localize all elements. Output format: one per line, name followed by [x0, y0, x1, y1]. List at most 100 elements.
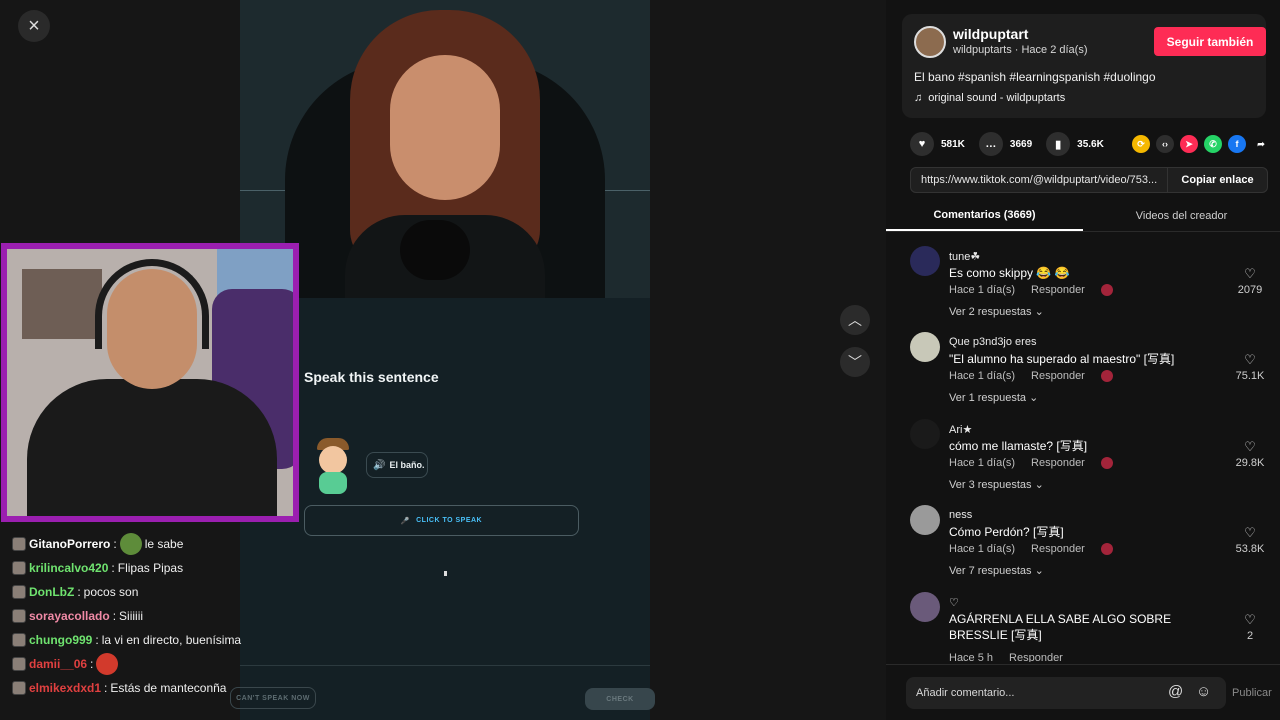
- comment-meta: Hace 1 día(s) Responder: [949, 370, 1113, 382]
- heart-outline-icon: ♡: [1244, 266, 1256, 281]
- comment-text: Es como skippy 😂 😂: [949, 266, 1070, 280]
- check-button[interactable]: CHECK: [585, 688, 655, 710]
- chat-text: Siiiiii: [119, 609, 144, 623]
- like-button[interactable]: ♥ 581K: [910, 132, 965, 156]
- save-button[interactable]: ▮ 35.6K: [1046, 132, 1104, 156]
- whatsapp-icon[interactable]: ✆: [1204, 135, 1222, 153]
- chat-username[interactable]: elmikexdxd1: [29, 681, 101, 695]
- tabs: Comentarios (3669) Videos del creador: [886, 200, 1280, 232]
- bubble-text: El baño.: [389, 460, 425, 470]
- sound-label: original sound - wildpuptarts: [928, 92, 1066, 104]
- share-arrow-icon[interactable]: ➦: [1252, 135, 1270, 153]
- reply-button[interactable]: Responder: [1031, 370, 1085, 382]
- previous-video-button[interactable]: ︿: [840, 305, 870, 335]
- comment-text: AGÁRRENLA ELLA SABE ALGO SOBRE BRESSLIE …: [949, 612, 1172, 642]
- mention-icon[interactable]: @: [1168, 683, 1183, 700]
- comment-time: Hace 5 h: [949, 652, 994, 662]
- comment-button[interactable]: … 3669: [978, 132, 1033, 156]
- video-url[interactable]: https://www.tiktok.com/@wildpuptart/vide…: [921, 174, 1157, 186]
- comment-username[interactable]: ♡: [949, 596, 959, 609]
- comment-like-count: 2: [1246, 630, 1254, 642]
- send-icon[interactable]: ➤: [1180, 135, 1198, 153]
- reply-button[interactable]: Responder: [1031, 284, 1085, 296]
- comment-count: 3669: [1009, 138, 1033, 150]
- comment-time: Hace 1 día(s): [949, 284, 1016, 296]
- chat-badge-icon: [12, 681, 26, 695]
- creator-avatar[interactable]: [914, 26, 946, 58]
- next-video-button[interactable]: ﹀: [840, 347, 870, 377]
- creator-name[interactable]: wildpuptart: [953, 26, 1028, 42]
- comment-like-button[interactable]: ♡ 53.8K: [1230, 525, 1270, 555]
- comment-avatar[interactable]: [910, 332, 940, 362]
- chat-username[interactable]: GitanoPorrero: [29, 537, 110, 551]
- comment-like-button[interactable]: ♡ 75.1K: [1230, 352, 1270, 382]
- comment-like-count: 2079: [1237, 284, 1263, 296]
- chat-username[interactable]: chungo999: [29, 633, 92, 647]
- divider: [240, 665, 650, 666]
- facebook-icon[interactable]: f: [1228, 135, 1246, 153]
- chat-colon: :: [90, 657, 94, 671]
- view-replies-button[interactable]: Ver 1 respuesta ⌄: [949, 391, 1038, 404]
- comment-avatar[interactable]: [910, 419, 940, 449]
- comment-text: cómo me llamaste? [写真]: [949, 439, 1088, 453]
- comment-like-button[interactable]: ♡ 2079: [1230, 266, 1270, 296]
- share-icons: ⟳ ‹› ➤ ✆ f ➦: [1132, 135, 1270, 153]
- tab-comments[interactable]: Comentarios (3669): [886, 200, 1083, 231]
- comment-username[interactable]: Ari★: [949, 423, 972, 436]
- reply-button[interactable]: Responder: [1031, 457, 1085, 469]
- chat-message: elmikexdxd1: Estás de manteconña: [0, 676, 262, 700]
- comment-like-count: 53.8K: [1235, 543, 1265, 555]
- heart-icon: ♥: [910, 132, 934, 156]
- chat-text: la vi en directo, buenísima: [101, 633, 242, 647]
- chat-username[interactable]: krilincalvo420: [29, 561, 108, 575]
- tab-creator-videos[interactable]: Videos del creador: [1083, 200, 1280, 231]
- follow-button[interactable]: Seguir también: [1154, 27, 1266, 56]
- copy-link-button[interactable]: Copiar enlace: [1167, 168, 1267, 192]
- comment-avatar[interactable]: [910, 246, 940, 276]
- click-to-speak-label: CLICK TO SPEAK: [416, 517, 483, 524]
- chat-username[interactable]: sorayacollado: [29, 609, 110, 623]
- stream-chat: GitanoPorrero: le sabe krilincalvo420: Flip…: [0, 532, 262, 720]
- sound-link[interactable]: ♫ original sound - wildpuptarts: [914, 92, 1065, 104]
- chat-colon: :: [77, 585, 81, 599]
- reply-button[interactable]: Responder: [1009, 652, 1063, 662]
- chat-badge-icon: [12, 561, 26, 575]
- chat-badge-icon: [12, 633, 26, 647]
- embed-icon[interactable]: ‹›: [1156, 135, 1174, 153]
- repost-icon[interactable]: ⟳: [1132, 135, 1150, 153]
- reply-button[interactable]: Responder: [1031, 543, 1085, 555]
- chat-colon: :: [104, 681, 108, 695]
- comment-time: Hace 1 día(s): [949, 457, 1016, 469]
- action-row: ♥ 581K … 3669 ▮ 35.6K ⟳ ‹› ➤ ✆ f ➦: [910, 130, 1270, 158]
- view-replies-button[interactable]: Ver 7 respuestas ⌄: [949, 564, 1044, 577]
- publish-button[interactable]: Publicar: [1232, 687, 1272, 699]
- comment-avatar[interactable]: [910, 592, 940, 622]
- comment-like-button[interactable]: ♡ 2: [1230, 612, 1270, 642]
- click-to-speak-button[interactable]: 🎤 CLICK TO SPEAK: [304, 505, 579, 536]
- comment-item: Ari★ cómo me llamaste? [写真] Hace 1 día(s) R…: [910, 415, 1270, 501]
- chat-message: GitanoPorrero: le sabe: [0, 532, 262, 556]
- heart-outline-icon: ♡: [1244, 612, 1256, 627]
- creator-card: wildpuptart wildpuptarts · Hace 2 día(s)…: [902, 14, 1266, 118]
- chat-username[interactable]: DonLbZ: [29, 585, 74, 599]
- comment-avatar[interactable]: [910, 505, 940, 535]
- comment-username[interactable]: Que p3nd3jo eres: [949, 336, 1036, 348]
- comment-item: tune☘ Es como skippy 😂 😂 Hace 1 día(s) Resp…: [910, 242, 1270, 328]
- chat-message: damii__06:: [0, 652, 262, 676]
- chat-username[interactable]: damii__06: [29, 657, 87, 671]
- duolingo-character: [315, 438, 351, 498]
- chat-message: DonLbZ: pocos son: [0, 580, 262, 604]
- emoji-icon[interactable]: ☺: [1196, 683, 1211, 700]
- view-replies-button[interactable]: Ver 3 respuestas ⌄: [949, 478, 1044, 491]
- comment-like-button[interactable]: ♡ 29.8K: [1230, 439, 1270, 469]
- comment-item: ness Cómo Perdón? [写真] Hace 1 día(s) Respon…: [910, 501, 1270, 587]
- comment-username[interactable]: tune☘: [949, 250, 980, 263]
- comment-username[interactable]: ness: [949, 509, 972, 521]
- view-replies-button[interactable]: Ver 2 respuestas ⌄: [949, 305, 1044, 318]
- music-note-icon: ♫: [914, 92, 923, 104]
- speech-bubble[interactable]: 🔊 El baño.: [366, 452, 428, 478]
- chat-colon: :: [95, 633, 99, 647]
- close-icon[interactable]: ×: [18, 10, 50, 42]
- comment-time: Hace 1 día(s): [949, 370, 1016, 382]
- comment-input[interactable]: Añadir comentario... @ ☺: [906, 677, 1226, 709]
